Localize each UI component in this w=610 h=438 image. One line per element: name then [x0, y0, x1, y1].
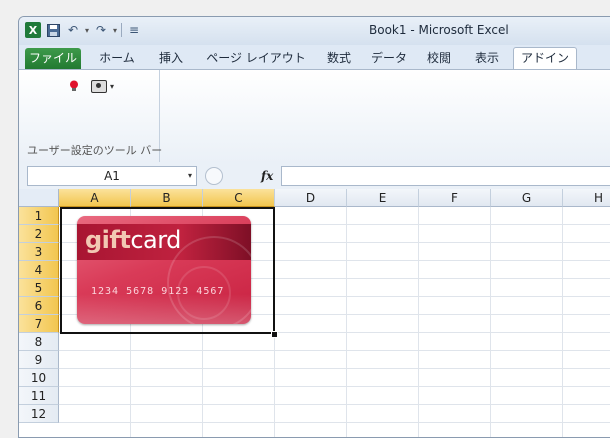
column-header-a[interactable]: A — [59, 189, 131, 207]
column-header-d[interactable]: D — [275, 189, 347, 207]
column-header-e[interactable]: E — [347, 189, 419, 207]
column-header-h[interactable]: H — [563, 189, 610, 207]
row-header-9[interactable]: 9 — [19, 351, 59, 369]
undo-icon[interactable]: ↶ — [65, 22, 81, 38]
tab-insert[interactable]: 挿入 — [149, 48, 193, 69]
formula-bar: A1 ▾ fx — [19, 163, 610, 189]
name-box-dropdown-icon[interactable]: ▾ — [188, 167, 192, 185]
formula-input[interactable] — [281, 166, 610, 186]
row-header-10[interactable]: 10 — [19, 369, 59, 387]
row-header-11[interactable]: 11 — [19, 387, 59, 405]
select-all-button[interactable] — [19, 189, 59, 207]
window-title: Book1 - Microsoft Excel — [369, 23, 509, 37]
tab-page-layout[interactable]: ページ レイアウト — [197, 48, 315, 69]
tab-addins[interactable]: アドイン — [513, 47, 577, 70]
column-gridline — [562, 207, 563, 437]
column-header-b[interactable]: B — [131, 189, 203, 207]
row-header-7[interactable]: 7 — [19, 315, 59, 333]
tab-home[interactable]: ホーム — [87, 48, 147, 69]
row-header-4[interactable]: 4 — [19, 261, 59, 279]
tab-review[interactable]: 校閲 — [417, 48, 461, 69]
column-gridline — [490, 207, 491, 437]
row-header-12[interactable]: 12 — [19, 405, 59, 423]
row-header-1[interactable]: 1 — [19, 207, 59, 225]
column-gridline — [418, 207, 419, 437]
name-box[interactable]: A1 ▾ — [27, 166, 197, 186]
undo-dropdown-icon[interactable]: ▾ — [85, 26, 89, 35]
redo-icon[interactable]: ↷ — [93, 22, 109, 38]
column-header-c[interactable]: C — [203, 189, 275, 207]
excel-app-icon[interactable]: X — [25, 22, 41, 38]
formula-expand-icon[interactable] — [205, 167, 223, 185]
ribbon-tabs: ファイル ホーム 挿入 ページ レイアウト 数式 データ 校閲 表示 アドイン — [19, 45, 610, 70]
tab-view[interactable]: 表示 — [465, 48, 509, 69]
row-gridline — [59, 404, 610, 405]
lightbulb-icon — [70, 80, 78, 91]
row-gridline — [59, 350, 610, 351]
customize-qat-icon[interactable]: ≡ — [126, 22, 142, 38]
redo-dropdown-icon[interactable]: ▾ — [113, 26, 117, 35]
macro-bulb-button[interactable] — [69, 78, 79, 94]
qat-separator — [121, 23, 123, 37]
title-bar: X ↶ ▾ ↷ ▾ ≡ Book1 - Microsoft Excel — [19, 17, 610, 45]
row-header-2[interactable]: 2 — [19, 225, 59, 243]
ribbon-group-label: ユーザー設定のツール バー — [27, 144, 163, 157]
row-header-3[interactable]: 3 — [19, 243, 59, 261]
name-box-value: A1 — [104, 169, 120, 183]
fill-handle[interactable] — [271, 331, 278, 338]
row-header-8[interactable]: 8 — [19, 333, 59, 351]
ribbon: ▾ ユーザー設定のツール バー — [19, 69, 610, 165]
tab-formulas[interactable]: 数式 — [317, 48, 361, 69]
save-icon[interactable] — [45, 22, 61, 38]
row-gridline — [59, 422, 610, 423]
formula-bar-controls: fx — [205, 167, 277, 185]
ribbon-group-custom-toolbars: ▾ ユーザー設定のツール バー — [19, 70, 163, 162]
column-gridline — [346, 207, 347, 437]
column-header-f[interactable]: F — [419, 189, 491, 207]
tab-file[interactable]: ファイル — [25, 48, 81, 69]
worksheet-grid[interactable]: ABCDEFGH 1 2 3 4 5 6 7 8 9 10 11 12 giftcard 1234 5… — [19, 189, 610, 437]
excel-window: X ↶ ▾ ↷ ▾ ≡ Book1 - Microsoft Excel ファイル… — [18, 16, 610, 438]
camera-dropdown-icon[interactable]: ▾ — [110, 82, 114, 91]
row-gridline — [59, 386, 610, 387]
column-header-g[interactable]: G — [491, 189, 563, 207]
camera-icon — [91, 79, 107, 93]
row-header-6[interactable]: 6 — [19, 297, 59, 315]
cell-selection-range — [60, 207, 275, 334]
insert-function-button[interactable]: fx — [261, 169, 273, 183]
row-gridline — [59, 368, 610, 369]
tab-data[interactable]: データ — [363, 48, 415, 69]
row-header-5[interactable]: 5 — [19, 279, 59, 297]
camera-button[interactable]: ▾ — [91, 78, 114, 94]
quick-access-toolbar: X ↶ ▾ ↷ ▾ ≡ — [25, 22, 142, 38]
